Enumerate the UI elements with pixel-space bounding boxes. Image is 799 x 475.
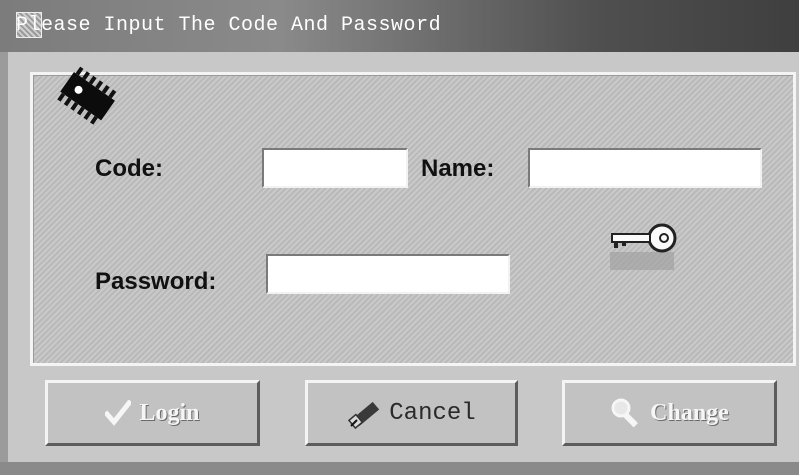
change-label: Change xyxy=(650,399,729,426)
password-input[interactable] xyxy=(266,254,510,294)
name-input[interactable] xyxy=(528,148,762,188)
name-label: Name: xyxy=(421,155,495,182)
cancel-label: Cancel xyxy=(389,399,476,427)
checkmark-icon xyxy=(105,400,132,426)
magnifier-icon xyxy=(611,398,639,428)
login-label: Login xyxy=(139,399,200,426)
code-input[interactable] xyxy=(262,148,408,188)
change-button[interactable]: Change xyxy=(562,380,777,446)
window-title: Please Input The Code And Password xyxy=(16,14,442,37)
window-left-border xyxy=(0,52,8,475)
title-bar[interactable]: Please Input The Code And Password xyxy=(0,0,799,52)
cancel-button[interactable]: Cancel xyxy=(305,380,518,446)
eraser-icon xyxy=(348,401,380,430)
key-icon xyxy=(610,223,677,270)
window-bottom-border xyxy=(0,462,799,475)
chip-icon xyxy=(57,66,117,125)
login-panel xyxy=(30,72,796,366)
password-label: Password: xyxy=(95,268,217,295)
code-label: Code: xyxy=(95,155,163,182)
login-button[interactable]: Login xyxy=(45,380,260,446)
